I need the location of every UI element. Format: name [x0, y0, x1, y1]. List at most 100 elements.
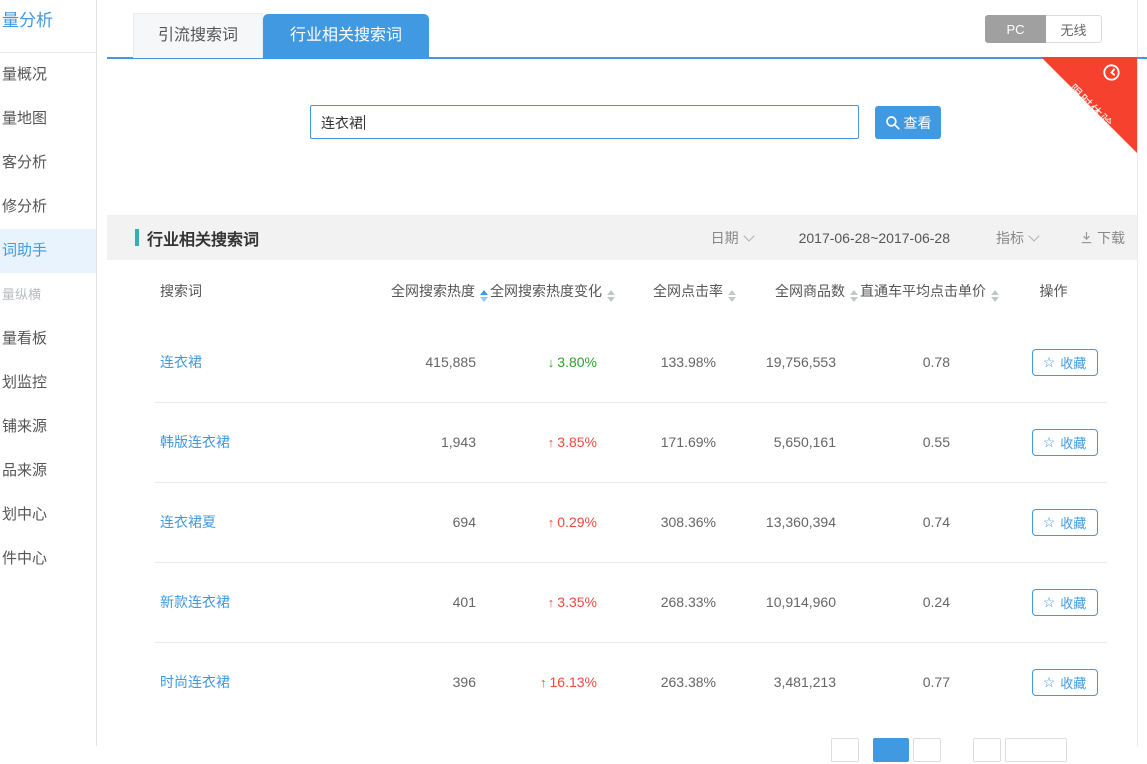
change-value: 0.29% [557, 514, 597, 530]
sidebar-item[interactable]: 修分析 [0, 185, 96, 229]
favorite-label: 收藏 [1060, 593, 1086, 612]
view-button[interactable]: 查看 [875, 106, 941, 139]
heat-value: 396 [357, 674, 490, 690]
pc-toggle-button[interactable]: PC [985, 15, 1046, 43]
download-button[interactable]: 下载 [1080, 228, 1125, 248]
view-button-label: 查看 [904, 113, 932, 133]
sidebar: 量分析 量概况 量地图 客分析 修分析 词助手 量纵横 [0, 0, 97, 746]
favorite-button[interactable]: ☆收藏 [1032, 429, 1098, 456]
keyword-link[interactable]: 时尚连衣裙 [160, 674, 230, 690]
col-header-keyword: 搜索词 [107, 281, 357, 301]
products-value: 10,914,960 [738, 594, 860, 610]
current-page-button[interactable] [873, 738, 909, 762]
tab[interactable]: 行业相关搜索词 [263, 14, 429, 58]
col-header-heat[interactable]: 全网搜索热度 [357, 281, 490, 302]
change-cell: 3.85% [490, 434, 612, 450]
change-value: 3.80% [557, 354, 597, 370]
favorite-label: 收藏 [1060, 513, 1086, 532]
sidebar-item-label: 划监控 [2, 374, 47, 391]
table-header: 搜索词 全网搜索热度 全网搜索热度变化 全网点击率 全网商品数 直通车平均点击单… [107, 260, 1137, 322]
sidebar-item[interactable]: 划中心 [0, 493, 96, 537]
favorite-label: 收藏 [1060, 353, 1086, 372]
sidebar-item-label: 量概况 [2, 66, 47, 83]
table-row: 韩版连衣裙 1,943 3.85% 171.69% 5,650,161 0.55… [107, 402, 1137, 482]
sidebar-item-label: 件中心 [2, 550, 47, 567]
prev-page-button[interactable] [831, 738, 859, 762]
star-icon: ☆ [1043, 355, 1056, 369]
device-toggle: PC 无线 [985, 15, 1102, 43]
date-filter-dropdown[interactable]: 日期 [711, 228, 753, 248]
favorite-label: 收藏 [1060, 673, 1086, 692]
change-value: 3.85% [557, 434, 597, 450]
cpc-value: 0.74 [860, 514, 972, 530]
metric-filter-dropdown[interactable]: 指标 [996, 228, 1038, 248]
sidebar-item[interactable]: 品来源 [0, 449, 96, 493]
sidebar-item[interactable]: 铺来源 [0, 405, 96, 449]
change-cell: 3.35% [490, 594, 612, 610]
sidebar-item[interactable]: 客分析 [0, 141, 96, 185]
ctr-value: 263.38% [612, 674, 738, 690]
keyword-link[interactable]: 新款连衣裙 [160, 594, 230, 610]
keyword-link[interactable]: 韩版连衣裙 [160, 434, 230, 450]
table-row: 连衣裙 415,885 3.80% 133.98% 19,756,553 0.7… [107, 322, 1137, 402]
sidebar-item-label: 客分析 [2, 154, 47, 171]
tab-bar: 引流搜索词 行业相关搜索词 [133, 13, 429, 58]
page-jump-confirm-button[interactable] [973, 738, 1001, 762]
sidebar-item[interactable]: 量概况 [0, 53, 96, 97]
trend-arrow-icon [548, 595, 555, 610]
section-title: 行业相关搜索词 [147, 226, 259, 250]
date-filter-label: 日期 [711, 230, 739, 246]
sort-icon[interactable] [728, 290, 736, 302]
col-header-products[interactable]: 全网商品数 [738, 281, 860, 302]
section-title-bar [135, 229, 139, 246]
keyword-link[interactable]: 连衣裙 [160, 354, 202, 370]
trend-arrow-icon [540, 675, 547, 690]
sidebar-item-label: 修分析 [2, 198, 47, 215]
favorite-button[interactable]: ☆ 收藏 [1032, 509, 1098, 536]
table-row: 连衣裙夏 694 0.29% 308.36% 13,360,394 0.74 ☆… [107, 482, 1137, 562]
sidebar-item[interactable]: 量看板 [0, 317, 96, 361]
ctr-value: 171.69% [612, 434, 738, 450]
sidebar-item-label: 品来源 [2, 462, 47, 479]
favorite-button[interactable]: ☆收藏 [1032, 669, 1098, 696]
sidebar-item[interactable]: 划监控 [0, 361, 96, 405]
search-input[interactable]: 连衣裙 [310, 105, 859, 139]
star-icon: ☆ [1043, 515, 1056, 529]
ctr-value: 133.98% [612, 354, 738, 370]
favorite-label: 收藏 [1060, 433, 1086, 452]
sidebar-item[interactable]: 词助手 [0, 229, 96, 273]
keyword-link[interactable]: 连衣裙夏 [160, 514, 216, 530]
sidebar-item[interactable]: 件中心 [0, 537, 96, 581]
col-header-action: 操作 [972, 281, 1137, 301]
next-page-button[interactable] [913, 738, 941, 762]
trend-arrow-icon [548, 355, 555, 370]
trial-ribbon[interactable]: 限时体验 [1041, 57, 1137, 153]
col-header-heat-change[interactable]: 全网搜索热度变化 [490, 281, 612, 302]
page-jump-input[interactable] [1005, 738, 1067, 762]
table-body: 连衣裙 415,885 3.80% 133.98% 19,756,553 0.7… [107, 322, 1137, 722]
cpc-value: 0.78 [860, 354, 972, 370]
search-icon [885, 115, 901, 131]
sidebar-section-title[interactable]: 量分析 [2, 6, 53, 31]
col-header-ctr[interactable]: 全网点击率 [612, 281, 738, 302]
products-value: 5,650,161 [738, 434, 860, 450]
sort-icon[interactable] [480, 290, 488, 302]
cpc-value: 0.24 [860, 594, 972, 610]
heat-value: 415,885 [357, 354, 490, 370]
favorite-button[interactable]: ☆ 收藏 [1032, 349, 1098, 376]
date-range: 2017-06-28~2017-06-28 [799, 230, 950, 246]
wireless-toggle-button[interactable]: 无线 [1046, 15, 1102, 43]
sidebar-item-label: 量地图 [2, 110, 47, 127]
ctr-value: 308.36% [612, 514, 738, 530]
sort-icon[interactable] [850, 290, 858, 302]
favorite-button[interactable]: ☆ 收藏 [1032, 589, 1098, 616]
tab[interactable]: 引流搜索词 [133, 13, 263, 58]
star-icon: ☆ [1043, 595, 1056, 609]
sidebar-item[interactable]: 量纵横 [0, 273, 96, 317]
sidebar-item[interactable]: 量地图 [0, 97, 96, 141]
heat-value: 1,943 [357, 434, 490, 450]
tab-label: 引流搜索词 [158, 27, 238, 44]
ctr-value: 268.33% [612, 594, 738, 610]
change-cell: 0.29% [490, 514, 612, 530]
col-header-cpc[interactable]: 直通车平均点击单价 [860, 281, 972, 302]
